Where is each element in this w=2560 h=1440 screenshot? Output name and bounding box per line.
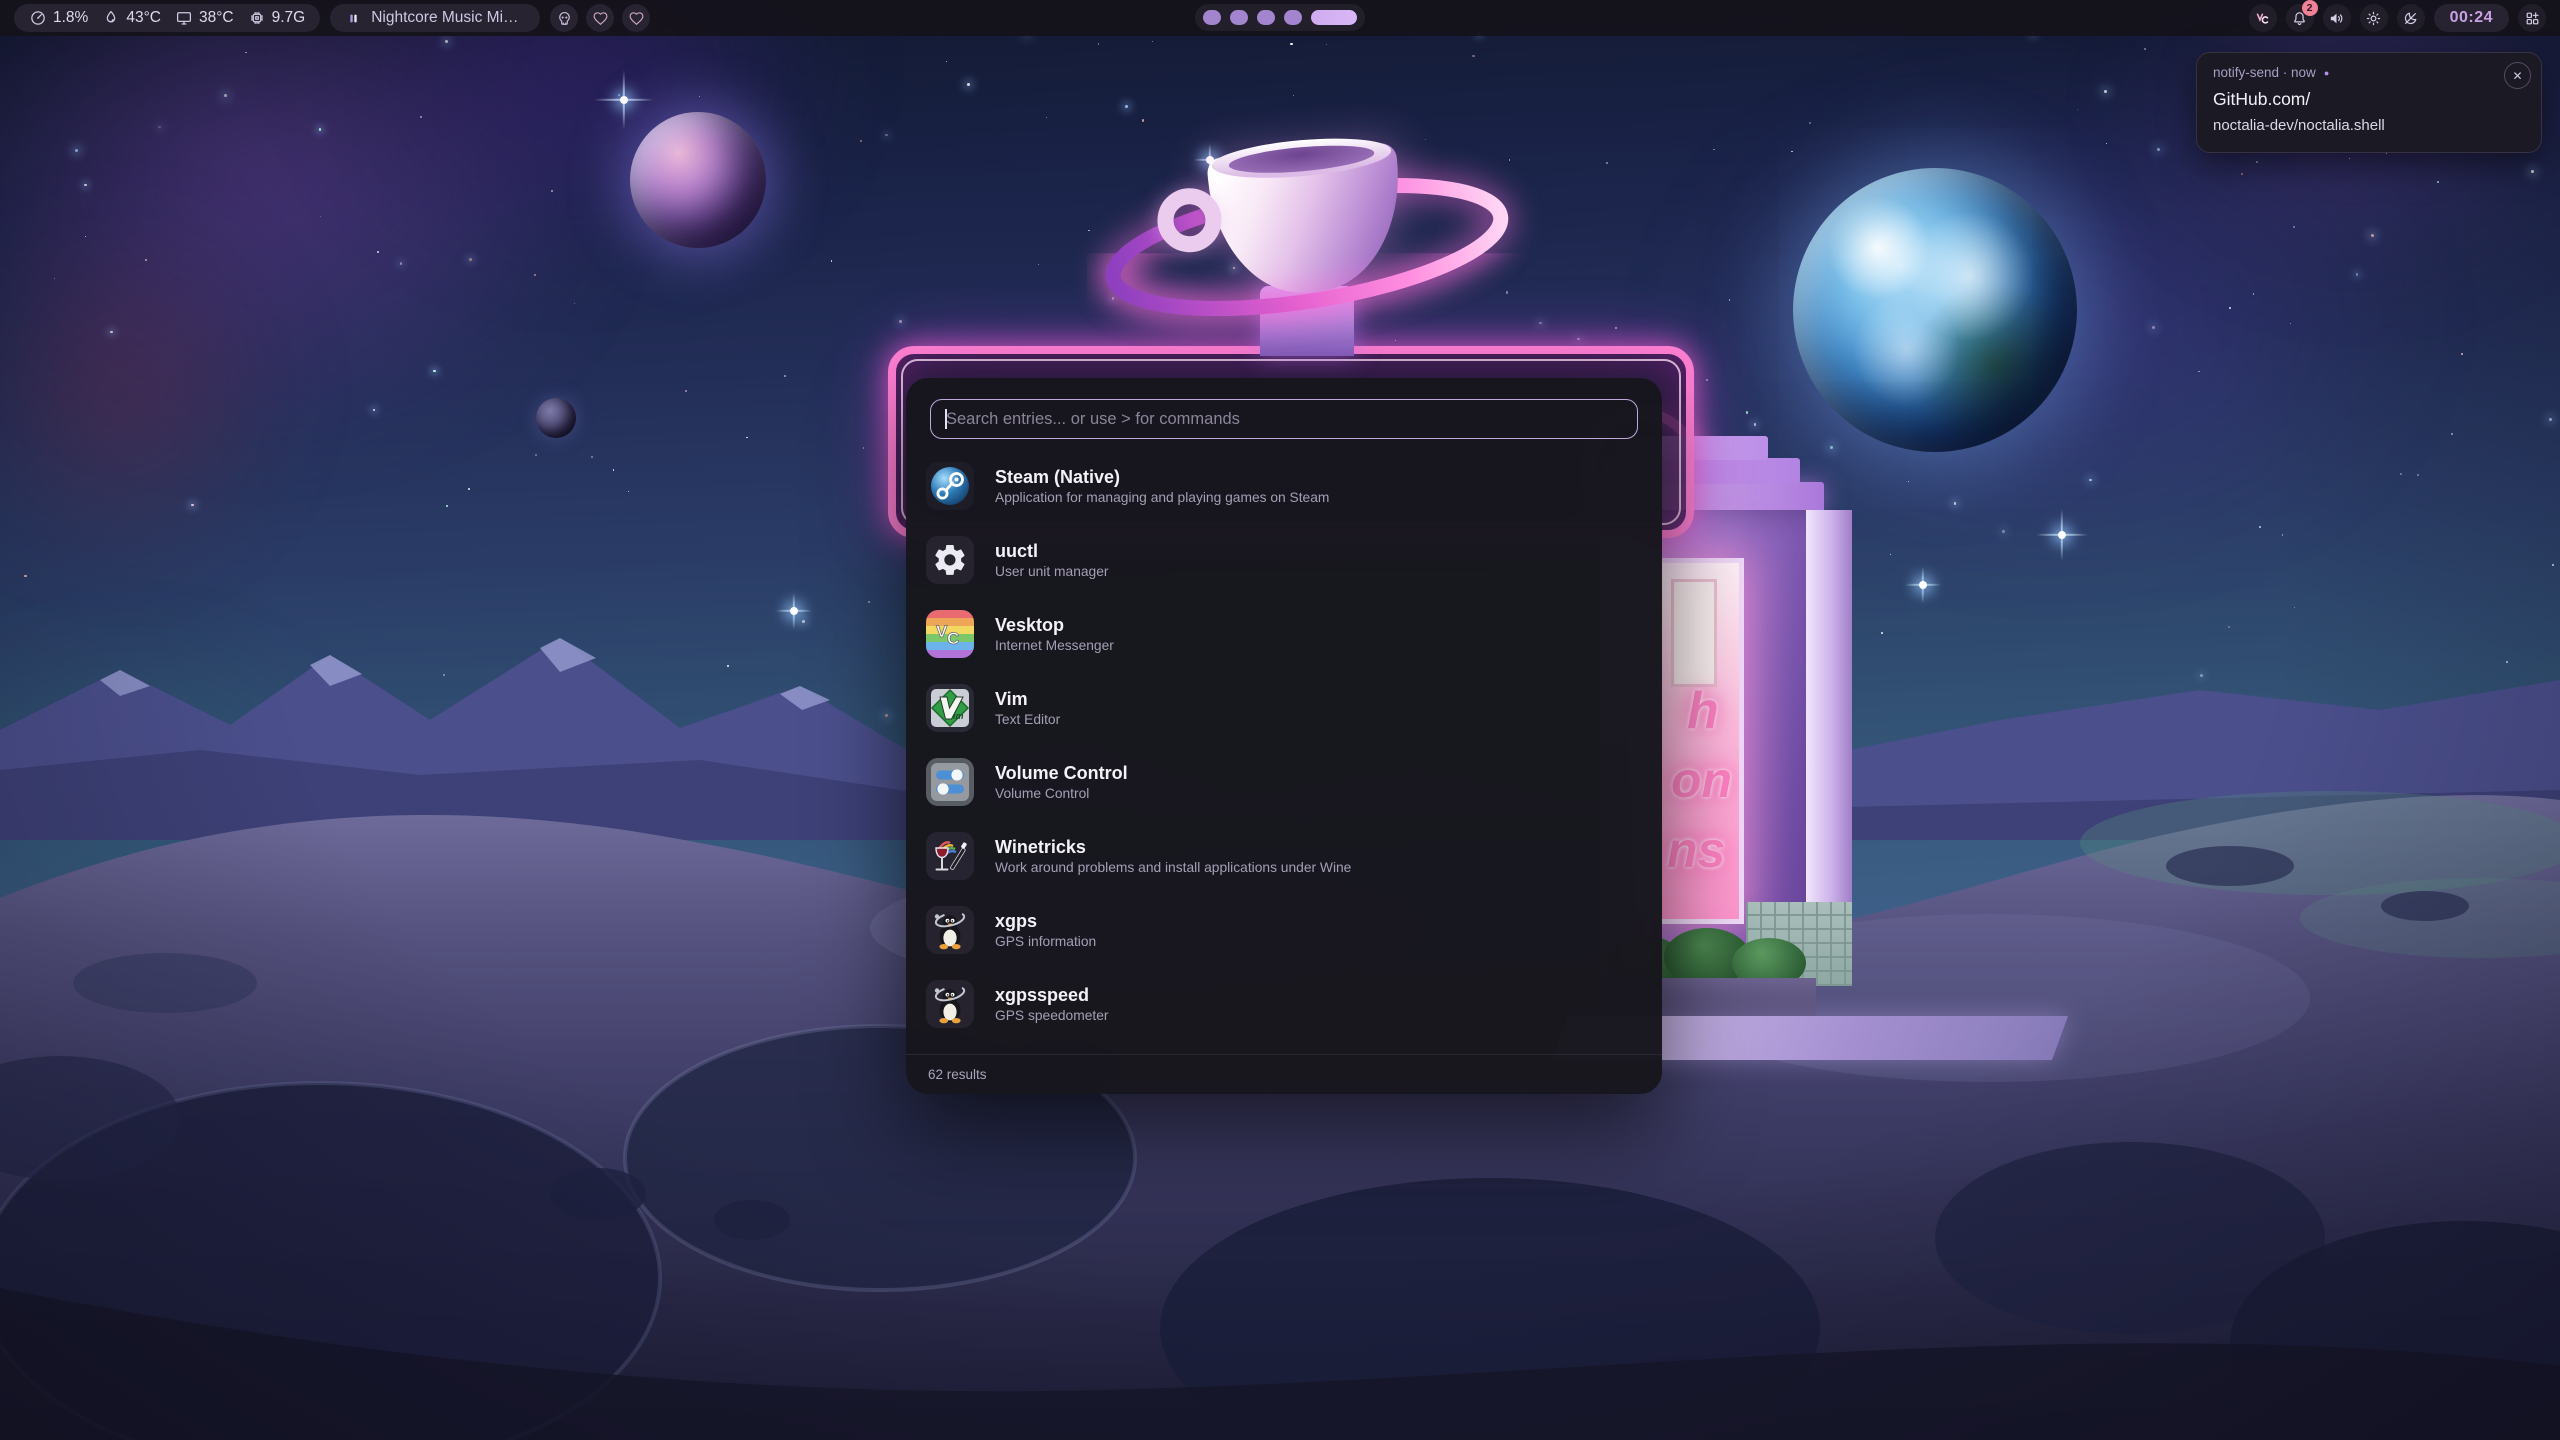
svg-text:im: im bbox=[953, 711, 964, 721]
neon-sign-text: h bbox=[1687, 681, 1719, 741]
notification-body: noctalia-dev/noctalia.shell bbox=[2213, 117, 2525, 134]
gauge-icon bbox=[29, 9, 47, 27]
search-input[interactable] bbox=[930, 399, 1638, 439]
app-name: xgpsspeed bbox=[995, 985, 1109, 1006]
earth-planet bbox=[1793, 168, 2077, 452]
cafe-window: h on ns bbox=[1656, 558, 1744, 924]
launcher-item-uuctl[interactable]: uuctl User unit manager bbox=[906, 523, 1662, 597]
media-player-widget[interactable]: Nightcore Music Mix 20... bbox=[330, 4, 540, 32]
stat-value: 43°C bbox=[126, 9, 161, 27]
app-name: Volume Control bbox=[995, 763, 1128, 784]
stat-value: 1.8% bbox=[53, 9, 88, 27]
notification-card[interactable]: notify-send · now ● ✕ GitHub.com/ noctal… bbox=[2196, 52, 2542, 153]
app-description: Work around problems and install applica… bbox=[995, 860, 1351, 875]
svg-text:C: C bbox=[947, 629, 959, 648]
app-name: Winetricks bbox=[995, 837, 1351, 858]
app-description: Application for managing and playing gam… bbox=[995, 490, 1329, 505]
app-name: Steam (Native) bbox=[995, 467, 1329, 488]
heart-icon[interactable] bbox=[586, 4, 614, 32]
stat-chip: 9.7G bbox=[248, 9, 306, 27]
stat-value: 38°C bbox=[199, 9, 234, 27]
app-name: Vim bbox=[995, 689, 1060, 710]
app-description: Internet Messenger bbox=[995, 638, 1114, 653]
night-light-off-button[interactable] bbox=[2397, 4, 2425, 32]
bar-left-cluster: 1.8% 43°C 38°C 9.7G Nightcore Music Mix 20.… bbox=[14, 4, 650, 32]
chip-icon bbox=[248, 9, 266, 27]
tux-app-icon bbox=[926, 906, 974, 954]
launcher-item-winetricks[interactable]: Winetricks Work around problems and insta… bbox=[906, 819, 1662, 893]
stat-gauge: 1.8% bbox=[29, 9, 88, 27]
results-list: Steam (Native) Application for managing a… bbox=[906, 439, 1662, 1054]
launcher-item-vim[interactable]: im Vim Text Editor bbox=[906, 671, 1662, 745]
flame-icon bbox=[102, 9, 120, 27]
small-moon bbox=[536, 398, 576, 438]
desktop: h on ns bbox=[0, 0, 2560, 1440]
tux-app-icon bbox=[926, 980, 974, 1028]
clock[interactable]: 00:24 bbox=[2434, 4, 2509, 32]
skull-icon[interactable] bbox=[550, 4, 578, 32]
notifications-button[interactable]: 2 bbox=[2286, 4, 2314, 32]
vesktop-app-icon: VC bbox=[926, 610, 974, 658]
system-stats-widget[interactable]: 1.8% 43°C 38°C 9.7G bbox=[14, 4, 320, 32]
workspace-4[interactable] bbox=[1284, 10, 1302, 25]
app-description: GPS speedometer bbox=[995, 1008, 1109, 1023]
purple-planet bbox=[630, 112, 766, 248]
workspace-indicator[interactable] bbox=[1195, 4, 1365, 31]
neon-sign-text: on bbox=[1671, 751, 1732, 809]
workspace-5-active[interactable] bbox=[1311, 10, 1357, 25]
steam-app-icon bbox=[926, 462, 974, 510]
results-count: 62 results bbox=[928, 1067, 987, 1082]
left-tray bbox=[550, 4, 650, 32]
search-wrap bbox=[930, 399, 1638, 439]
stat-value: 9.7G bbox=[272, 9, 306, 27]
app-launcher: Steam (Native) Application for managing a… bbox=[906, 378, 1662, 1094]
top-bar: 1.8% 43°C 38°C 9.7G Nightcore Music Mix 20.… bbox=[0, 0, 2560, 36]
app-description: Text Editor bbox=[995, 712, 1060, 727]
app-name: uuctl bbox=[995, 541, 1109, 562]
launcher-item-xgpsspeed[interactable]: xgpsspeed GPS speedometer bbox=[906, 967, 1662, 1041]
launcher-item-vesktop[interactable]: VC Vesktop Internet Messenger bbox=[906, 597, 1662, 671]
vesktop-tray-icon[interactable] bbox=[2249, 4, 2277, 32]
neon-sign-text: ns bbox=[1667, 821, 1725, 879]
workspace-2[interactable] bbox=[1230, 10, 1248, 25]
launcher-item-steam-native-[interactable]: Steam (Native) Application for managing a… bbox=[906, 449, 1662, 523]
bar-right-cluster: 2 00:24 bbox=[2249, 4, 2546, 32]
app-description: User unit manager bbox=[995, 564, 1109, 579]
brightness-button[interactable] bbox=[2360, 4, 2388, 32]
launcher-item-xgps[interactable]: xgps GPS information bbox=[906, 893, 1662, 967]
text-caret bbox=[945, 409, 947, 429]
display-icon bbox=[175, 9, 193, 27]
widgets-dashboard-button[interactable] bbox=[2518, 4, 2546, 32]
gear-app-icon bbox=[926, 536, 974, 584]
workspace-3[interactable] bbox=[1257, 10, 1275, 25]
app-description: GPS information bbox=[995, 934, 1096, 949]
pause-icon[interactable] bbox=[345, 10, 362, 27]
winetricks-app-icon bbox=[926, 832, 974, 880]
unread-dot-icon: ● bbox=[2324, 68, 2329, 78]
volume-button[interactable] bbox=[2323, 4, 2351, 32]
notification-source: notify-send · now bbox=[2213, 65, 2316, 80]
notification-title: GitHub.com/ bbox=[2213, 89, 2525, 110]
volume-app-icon bbox=[926, 758, 974, 806]
notification-count-badge: 2 bbox=[2302, 0, 2318, 16]
stat-display: 38°C bbox=[175, 9, 234, 27]
app-description: Volume Control bbox=[995, 786, 1128, 801]
heart-icon[interactable] bbox=[622, 4, 650, 32]
vim-app-icon: im bbox=[926, 684, 974, 732]
media-title: Nightcore Music Mix 20... bbox=[371, 9, 525, 27]
workspace-1[interactable] bbox=[1203, 10, 1221, 25]
notification-header: notify-send · now ● bbox=[2213, 65, 2525, 80]
close-icon[interactable]: ✕ bbox=[2504, 62, 2531, 89]
stat-flame: 43°C bbox=[102, 9, 161, 27]
app-name: Vesktop bbox=[995, 615, 1114, 636]
app-name: xgps bbox=[995, 911, 1096, 932]
launcher-item-volume-control[interactable]: Volume Control Volume Control bbox=[906, 745, 1662, 819]
menu-poster bbox=[1671, 579, 1717, 687]
launcher-footer: 62 results bbox=[906, 1054, 1662, 1094]
